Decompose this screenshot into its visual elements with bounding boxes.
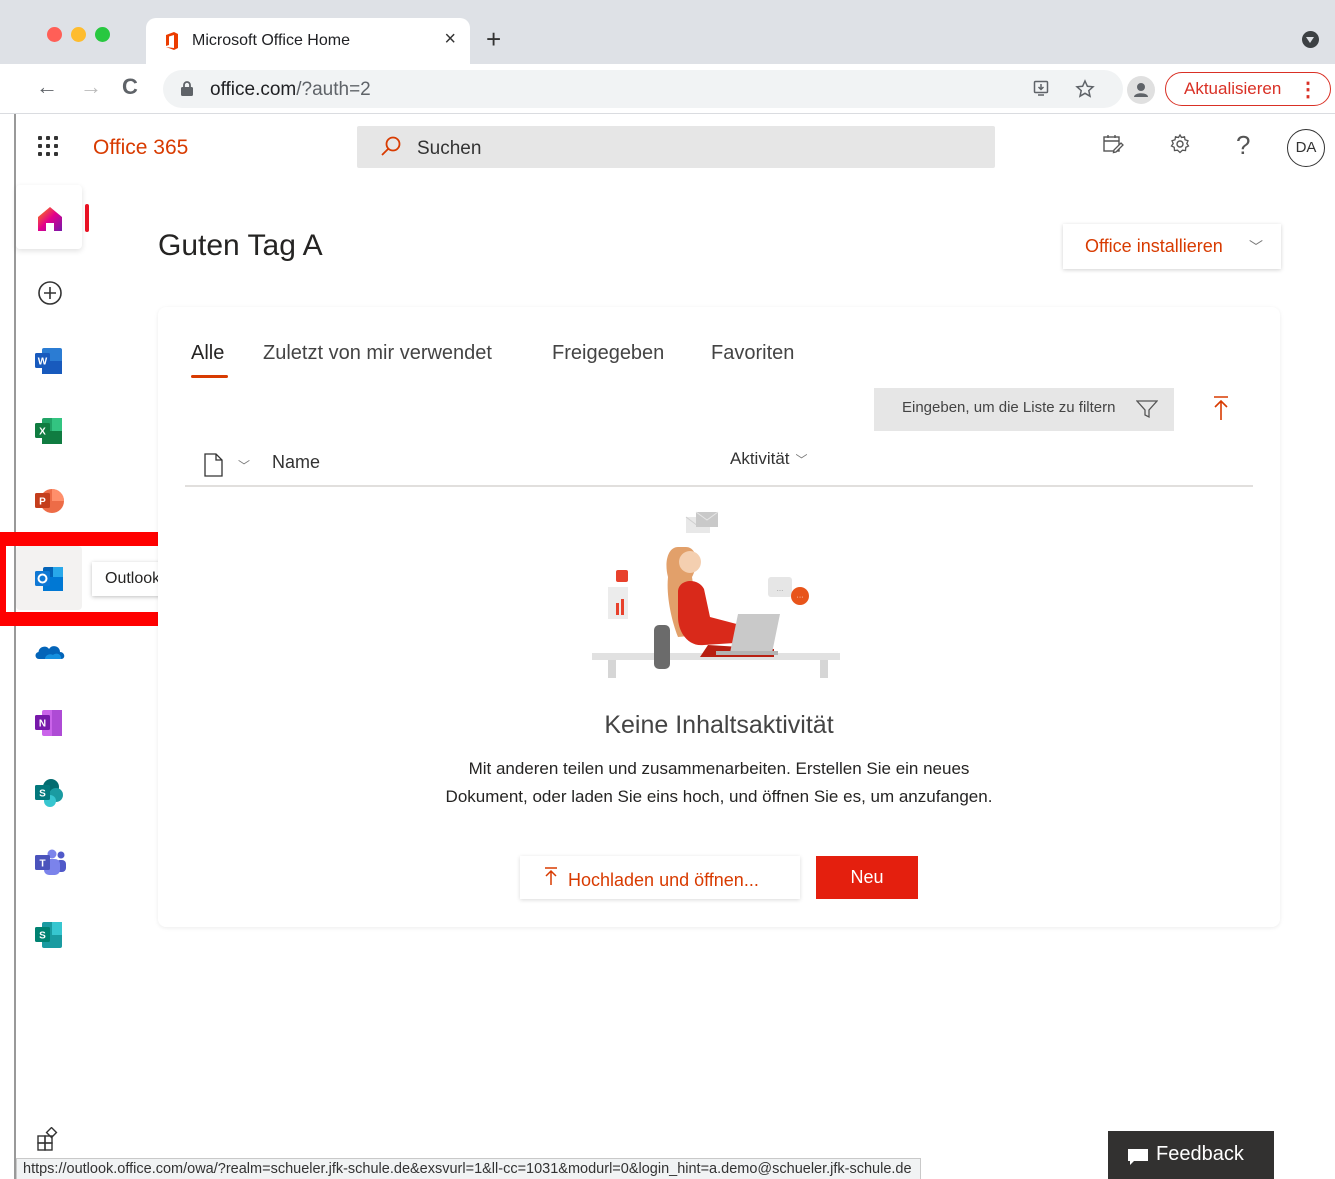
tab-search-icon[interactable]: [1302, 31, 1319, 48]
column-header-activity[interactable]: Aktivität ﹀: [730, 449, 808, 469]
update-browser-button[interactable]: Aktualisieren ⋮: [1165, 72, 1331, 106]
word-icon[interactable]: W: [32, 343, 68, 379]
sharepoint-icon[interactable]: S: [32, 775, 68, 811]
help-icon[interactable]: ?: [1236, 130, 1250, 161]
create-plus-icon[interactable]: [32, 275, 68, 311]
chevron-down-icon: ﹀: [795, 453, 808, 467]
svg-text:P: P: [39, 497, 46, 508]
upload-arrow-icon: [544, 866, 558, 891]
onedrive-cloud-icon[interactable]: [32, 633, 68, 669]
app-rail: W X P N S T S: [16, 179, 96, 1179]
svg-text:W: W: [38, 357, 48, 368]
browser-menu-icon[interactable]: ⋮: [1298, 77, 1318, 102]
tab-recent[interactable]: Zuletzt von mir verwendet: [263, 342, 492, 365]
recent-files-card: Alle Zuletzt von mir verwendet Freigegeb…: [158, 307, 1280, 927]
my-day-calendar-icon[interactable]: [1102, 133, 1124, 155]
svg-text:S: S: [39, 789, 46, 800]
back-button[interactable]: ←: [36, 74, 58, 100]
tab-shared[interactable]: Freigegeben: [552, 342, 664, 365]
office-header: Office 365 Suchen ? DA: [16, 115, 1335, 179]
file-type-icon[interactable]: [204, 453, 223, 477]
svg-text:N: N: [39, 719, 46, 730]
window-minimize-button[interactable]: [71, 27, 86, 42]
install-office-label: Office installieren: [1085, 236, 1223, 256]
page-greeting: Guten Tag A: [158, 229, 323, 262]
install-office-button[interactable]: Office installieren ﹀: [1063, 224, 1281, 269]
upload-label: Hochladen und öffnen...: [568, 870, 759, 890]
tab-title: Microsoft Office Home: [192, 32, 350, 49]
status-bar-url: https://outlook.office.com/owa/?realm=sc…: [16, 1158, 921, 1179]
window-maximize-button[interactable]: [95, 27, 110, 42]
chevron-down-icon: ﹀: [1249, 239, 1263, 255]
upload-and-open-button[interactable]: Hochladen und öffnen...: [520, 856, 800, 899]
svg-text:...: ...: [777, 584, 784, 593]
update-label: Aktualisieren: [1184, 79, 1282, 98]
active-indicator: [85, 204, 89, 232]
url-text: office.com/?auth=2: [210, 79, 371, 100]
empty-state-illustration: ... ···: [592, 511, 840, 678]
filter-input[interactable]: Eingeben, um die Liste zu filtern: [874, 388, 1174, 431]
empty-state-description: Mit anderen teilen und zusammenarbeiten.…: [445, 759, 993, 806]
annotation-highlight-box: [0, 532, 184, 626]
search-placeholder: Suchen: [417, 138, 482, 159]
excel-icon[interactable]: X: [32, 413, 68, 449]
new-tab-button[interactable]: +: [486, 24, 501, 55]
settings-gear-icon[interactable]: [1169, 133, 1191, 155]
person-icon: [1134, 83, 1148, 97]
feedback-chat-icon: [1128, 1149, 1148, 1165]
tab-favorites[interactable]: Favoriten: [711, 342, 794, 365]
office-favicon-icon: [166, 32, 178, 50]
install-app-icon[interactable]: [1033, 79, 1051, 97]
search-icon: [381, 136, 401, 156]
svg-text:T: T: [39, 859, 45, 870]
onenote-icon[interactable]: N: [32, 705, 68, 741]
feedback-button[interactable]: Feedback: [1108, 1131, 1274, 1179]
filter-placeholder: Eingeben, um die Liste zu filtern: [902, 399, 1116, 416]
bookmark-star-icon[interactable]: [1075, 79, 1095, 99]
reload-button[interactable]: C: [122, 74, 138, 100]
upload-arrow-icon[interactable]: [1213, 395, 1229, 421]
browser-toolbar: ← → C office.com/?auth=2 Aktualisieren ⋮: [0, 64, 1335, 114]
browser-profile-avatar[interactable]: [1127, 76, 1155, 104]
filter-funnel-icon[interactable]: [1136, 399, 1158, 419]
app-launcher-waffle-icon[interactable]: [38, 136, 58, 156]
sway-icon[interactable]: S: [32, 917, 68, 953]
lock-icon: [181, 81, 193, 96]
chevron-down-icon[interactable]: ﹀: [238, 457, 250, 474]
all-apps-icon[interactable]: [36, 1127, 60, 1151]
close-tab-icon[interactable]: ×: [444, 28, 456, 51]
teams-icon[interactable]: T: [32, 845, 68, 881]
column-header-name[interactable]: Name: [272, 452, 320, 473]
new-document-button[interactable]: Neu: [816, 856, 918, 899]
user-avatar[interactable]: DA: [1287, 129, 1325, 167]
svg-text:···: ···: [797, 594, 804, 601]
home-icon[interactable]: [32, 201, 68, 237]
tab-all[interactable]: Alle: [191, 342, 224, 365]
powerpoint-icon[interactable]: P: [32, 483, 68, 519]
forward-button[interactable]: →: [80, 74, 102, 100]
svg-text:X: X: [39, 427, 46, 438]
empty-state-title: Keine Inhaltsaktivität: [604, 711, 834, 739]
active-tab-underline: [191, 375, 228, 378]
browser-tab-bar: Microsoft Office Home × +: [0, 0, 1335, 64]
svg-text:S: S: [39, 931, 46, 942]
browser-tab[interactable]: Microsoft Office Home ×: [146, 18, 470, 64]
window-close-button[interactable]: [47, 27, 62, 42]
search-box[interactable]: Suchen: [357, 126, 995, 168]
header-divider: [185, 485, 1253, 487]
feedback-label: Feedback: [1156, 1143, 1244, 1165]
address-bar[interactable]: office.com/?auth=2: [163, 70, 1123, 108]
office-brand[interactable]: Office 365: [93, 136, 188, 160]
